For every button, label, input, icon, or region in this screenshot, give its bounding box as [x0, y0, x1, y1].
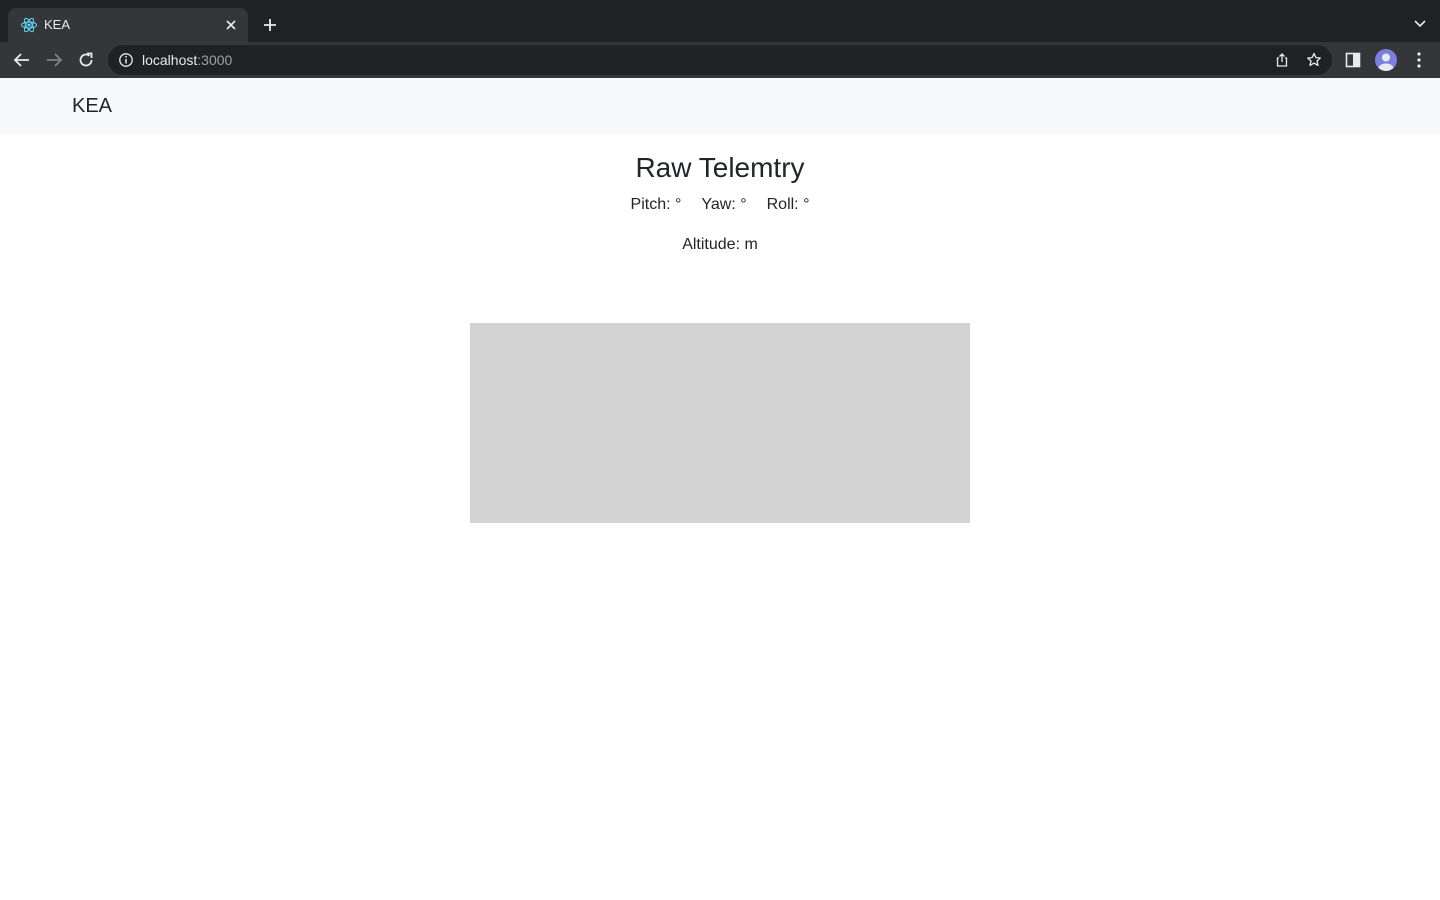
kebab-menu-icon[interactable] — [1410, 50, 1428, 70]
address-bar[interactable]: localhost:3000 — [108, 45, 1332, 75]
attitude-readout: Pitch: ° Yaw: ° Roll: ° — [0, 194, 1440, 216]
bookmark-star-icon[interactable] — [1306, 52, 1322, 68]
chevron-down-icon[interactable] — [1412, 15, 1428, 31]
roll-readout: Roll: ° — [766, 196, 810, 213]
url-host: localhost — [142, 52, 198, 68]
url-text: localhost:3000 — [142, 52, 232, 68]
forward-button[interactable] — [42, 48, 66, 72]
browser-toolbar: localhost:3000 — [0, 42, 1440, 78]
close-icon[interactable] — [222, 16, 240, 34]
profile-avatar-icon[interactable] — [1375, 49, 1397, 71]
react-favicon-icon — [20, 16, 38, 34]
navbar-brand[interactable]: KEA — [72, 95, 112, 118]
altitude-readout: Altitude: m — [682, 236, 758, 253]
back-button[interactable] — [10, 48, 34, 72]
main-content: Raw Telemtry Pitch: ° Yaw: ° Roll: ° Alt… — [0, 134, 1440, 523]
app-navbar: KEA — [0, 78, 1440, 134]
url-port: :3000 — [197, 52, 233, 68]
new-tab-button[interactable] — [258, 13, 282, 37]
tab-title: KEA — [44, 17, 71, 32]
reload-button[interactable] — [74, 48, 98, 72]
yaw-readout: Yaw: ° — [701, 196, 747, 213]
info-icon[interactable] — [118, 52, 134, 68]
browser-tabstrip: KEA — [0, 0, 1440, 42]
page-title: Raw Telemtry — [635, 152, 805, 183]
side-panel-icon[interactable] — [1344, 51, 1362, 69]
pitch-readout: Pitch: ° — [630, 196, 682, 213]
share-icon[interactable] — [1274, 52, 1290, 68]
browser-tab[interactable]: KEA — [8, 8, 248, 42]
telemetry-canvas — [470, 323, 970, 523]
